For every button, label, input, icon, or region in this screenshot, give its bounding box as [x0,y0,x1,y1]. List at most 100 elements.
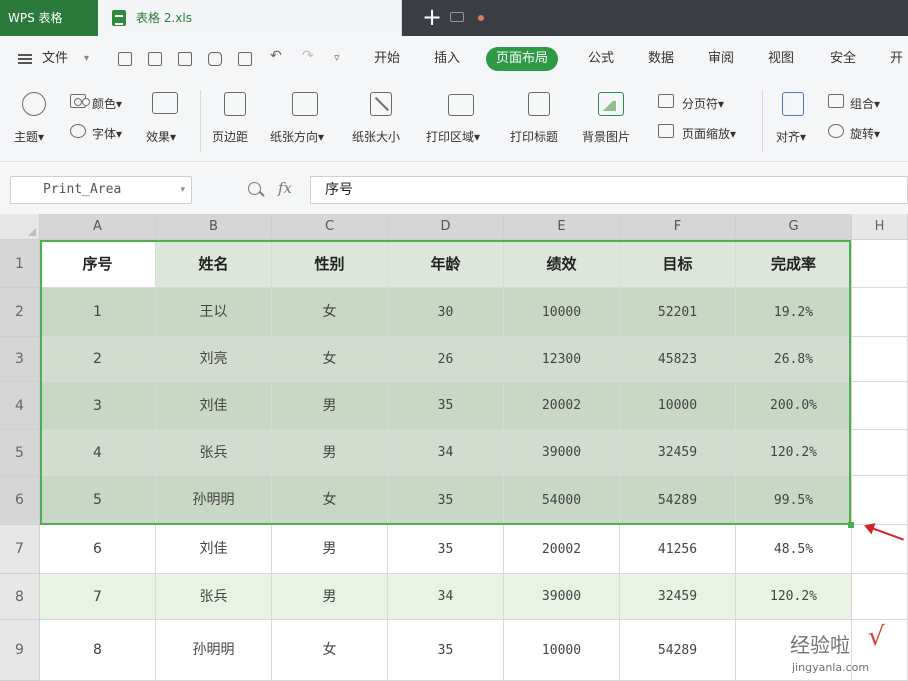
table-cell[interactable]: 45823 [620,337,736,382]
column-header-a[interactable]: A [40,214,156,240]
header-cell[interactable]: 完成率 [736,240,852,288]
table-cell[interactable]: 39000 [504,430,620,476]
spreadsheet-grid[interactable]: A B C D E F G H 1 序号 姓名 性别 年龄 绩效 目标 完成率 2 1 王以女 30 10000 5220… [0,214,908,681]
table-cell[interactable]: 52201 [620,288,736,337]
table-cell[interactable]: 刘佳 [156,382,272,430]
table-cell[interactable]: 王以 [156,288,272,337]
formula-input[interactable]: 序号 [310,176,908,204]
header-cell[interactable]: 序号 [40,240,156,288]
effects-icon[interactable] [152,92,178,114]
align-button[interactable]: 对齐▾ [776,128,806,145]
table-cell[interactable]: 孙明明 [156,476,272,525]
empty-cell[interactable] [852,574,908,620]
undo-icon[interactable]: ↶ [270,48,282,64]
tab-home[interactable]: 开始 [374,36,400,82]
table-cell[interactable]: 2 [40,337,156,382]
row-header-2[interactable]: 2 [0,288,40,337]
tab-formulas[interactable]: 公式 [588,36,614,82]
table-cell[interactable]: 女 [272,288,388,337]
table-cell[interactable]: 5 [40,476,156,525]
unsaved-dot-icon[interactable] [478,15,484,21]
row-header-1[interactable]: 1 [0,240,40,288]
name-box[interactable]: Print_Area ▾ [10,176,192,204]
table-cell[interactable]: 孙明明 [156,620,272,681]
column-header-d[interactable]: D [388,214,504,240]
table-cell[interactable]: 48.5% [736,525,852,574]
column-header-c[interactable]: C [272,214,388,240]
table-cell[interactable]: 35 [388,382,504,430]
table-cell[interactable]: 1 [40,288,156,337]
table-cell[interactable]: 4 [40,430,156,476]
background-image-icon[interactable] [598,92,624,116]
colors-icon[interactable] [70,94,86,108]
table-cell[interactable]: 30 [388,288,504,337]
paper-size-icon[interactable] [370,92,392,116]
margins-icon[interactable] [224,92,246,116]
table-cell[interactable]: 54289 [620,476,736,525]
empty-cell[interactable] [852,337,908,382]
table-cell[interactable]: 12300 [504,337,620,382]
row-header-3[interactable]: 3 [0,337,40,382]
tab-security[interactable]: 安全 [830,36,856,82]
theme-palette-icon[interactable] [22,92,46,116]
page-break-button[interactable]: 分页符▾ [682,95,724,112]
app-tab[interactable]: WPS 表格 [0,0,98,36]
row-header-7[interactable]: 7 [0,525,40,574]
orientation-icon[interactable] [292,92,318,116]
row-header-6[interactable]: 6 [0,476,40,525]
table-cell[interactable]: 女 [272,620,388,681]
background-image-button[interactable]: 背景图片 [582,128,630,145]
table-cell[interactable]: 41256 [620,525,736,574]
hamburger-icon[interactable] [18,54,32,64]
paper-size-button[interactable]: 纸张大小 [352,128,400,145]
table-cell[interactable]: 3 [40,382,156,430]
table-cell[interactable]: 39000 [504,574,620,620]
table-cell[interactable]: 8 [40,620,156,681]
table-cell[interactable]: 20002 [504,525,620,574]
column-header-f[interactable]: F [620,214,736,240]
print-area-icon[interactable] [448,94,474,116]
function-icon[interactable]: fx [278,162,292,214]
fill-handle[interactable] [848,522,854,528]
table-cell[interactable]: 7 [40,574,156,620]
table-cell[interactable]: 35 [388,525,504,574]
table-cell[interactable]: 20002 [504,382,620,430]
export-icon[interactable] [178,52,192,66]
row-header-9[interactable]: 9 [0,620,40,681]
header-cell[interactable]: 性别 [272,240,388,288]
table-cell[interactable]: 6 [40,525,156,574]
tab-review[interactable]: 审阅 [708,36,734,82]
table-cell[interactable]: 女 [272,337,388,382]
table-cell[interactable]: 34 [388,574,504,620]
empty-cell[interactable] [852,430,908,476]
column-header-e[interactable]: E [504,214,620,240]
table-cell[interactable]: 35 [388,476,504,525]
table-cell[interactable]: 26 [388,337,504,382]
colors-button[interactable]: 颜色▾ [92,95,122,112]
fonts-button[interactable]: 字体▾ [92,125,122,142]
column-header-g[interactable]: G [736,214,852,240]
customize-chevron-icon[interactable]: ▿ [334,51,340,64]
row-header-5[interactable]: 5 [0,430,40,476]
table-cell[interactable]: 120.2% [736,430,852,476]
effects-button[interactable]: 效果▾ [146,128,176,145]
column-header-b[interactable]: B [156,214,272,240]
zoom-icon[interactable] [248,182,261,195]
rotate-icon[interactable] [828,124,844,138]
row-header-4[interactable]: 4 [0,382,40,430]
column-header-h[interactable]: H [852,214,908,240]
table-cell[interactable]: 男 [272,525,388,574]
document-tab[interactable]: 表格 2.xls [98,0,484,36]
tab-view[interactable]: 视图 [768,36,794,82]
header-cell[interactable]: 目标 [620,240,736,288]
tab-insert[interactable]: 插入 [434,36,460,82]
empty-cell[interactable] [852,240,908,288]
table-cell[interactable]: 男 [272,430,388,476]
table-cell[interactable]: 32459 [620,574,736,620]
header-cell[interactable]: 年龄 [388,240,504,288]
table-cell[interactable]: 10000 [620,382,736,430]
chevron-down-icon[interactable]: ▾ [180,177,185,203]
page-break-icon[interactable] [658,94,674,108]
margins-button[interactable]: 页边距 [212,128,248,145]
empty-cell[interactable] [852,476,908,525]
